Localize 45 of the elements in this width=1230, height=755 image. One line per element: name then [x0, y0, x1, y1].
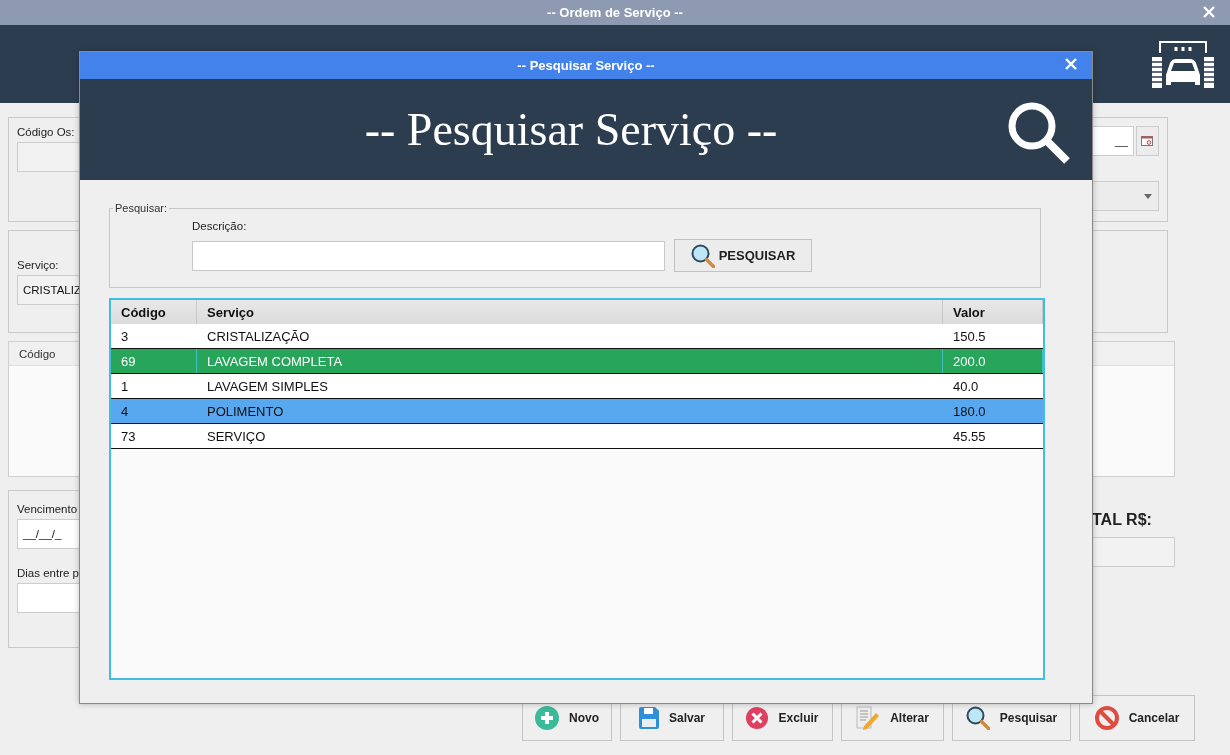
caret-icon: [1144, 193, 1152, 199]
column-header: Código: [19, 347, 56, 360]
table-cell-text: SERVIÇO: [206, 427, 267, 446]
table-cell-text: 3: [120, 327, 130, 346]
table-cell-text: 45.55: [952, 427, 987, 446]
table-cell: 69: [111, 349, 197, 373]
action-button[interactable]: Cancelar: [1079, 695, 1195, 741]
table-cell: 200.0: [943, 349, 1043, 373]
table-cell-text: 1: [120, 377, 130, 396]
table-cell-text: 150.5: [952, 327, 987, 346]
dialog-title: -- Pesquisar Serviço --: [517, 58, 655, 73]
table-cell: LAVAGEM COMPLETA: [197, 349, 943, 373]
table-row[interactable]: 1 LAVAGEM SIMPLES 40.0: [111, 374, 1043, 399]
floppy-icon: [639, 707, 659, 729]
field-label: Serviço:: [17, 258, 60, 271]
table-cell-text: 4: [120, 402, 130, 421]
table-cell-text: 180.0: [952, 402, 987, 421]
calendar-button[interactable]: [1135, 126, 1159, 156]
group-legend: Pesquisar:: [113, 202, 169, 214]
table-cell-text: LAVAGEM SIMPLES: [206, 377, 329, 396]
table-cell-text: 40.0: [952, 377, 980, 396]
search-icon: [690, 243, 715, 268]
dialog-heading: -- Pesquisar Serviço --: [364, 103, 778, 156]
no-entry-icon: [1094, 706, 1119, 730]
table-cell-text: CRISTALIZAÇÃO: [206, 327, 311, 346]
table-row[interactable]: 4 POLIMENTO 180.0: [111, 399, 1043, 424]
search-button[interactable]: PESQUISAR: [674, 239, 812, 272]
table-row[interactable]: 3 CRISTALIZAÇÃO 150.5: [111, 324, 1043, 349]
table-row[interactable]: 73 SERVIÇO 45.55: [111, 424, 1043, 449]
field-label: Descrição:: [192, 220, 248, 232]
field-label: Vencimento: [17, 503, 79, 515]
calendar-icon: [1141, 136, 1154, 146]
table-cell-text: POLIMENTO: [206, 402, 285, 421]
field-label: Dias entre p: [17, 567, 80, 579]
search-field[interactable]: [192, 240, 665, 271]
field-label: Código Os:: [17, 126, 76, 138]
table-cell-text: 73: [120, 427, 137, 446]
car-wash-icon: [1152, 39, 1214, 89]
total-label: TAL R$:: [1091, 511, 1153, 529]
search-icon: [1007, 101, 1071, 165]
close-icon: [746, 707, 769, 729]
plus-icon: [535, 706, 559, 730]
window-title: -- Ordem de Serviço --: [547, 5, 683, 20]
pencil-paper-icon: [856, 706, 881, 730]
search-icon: [965, 706, 990, 730]
